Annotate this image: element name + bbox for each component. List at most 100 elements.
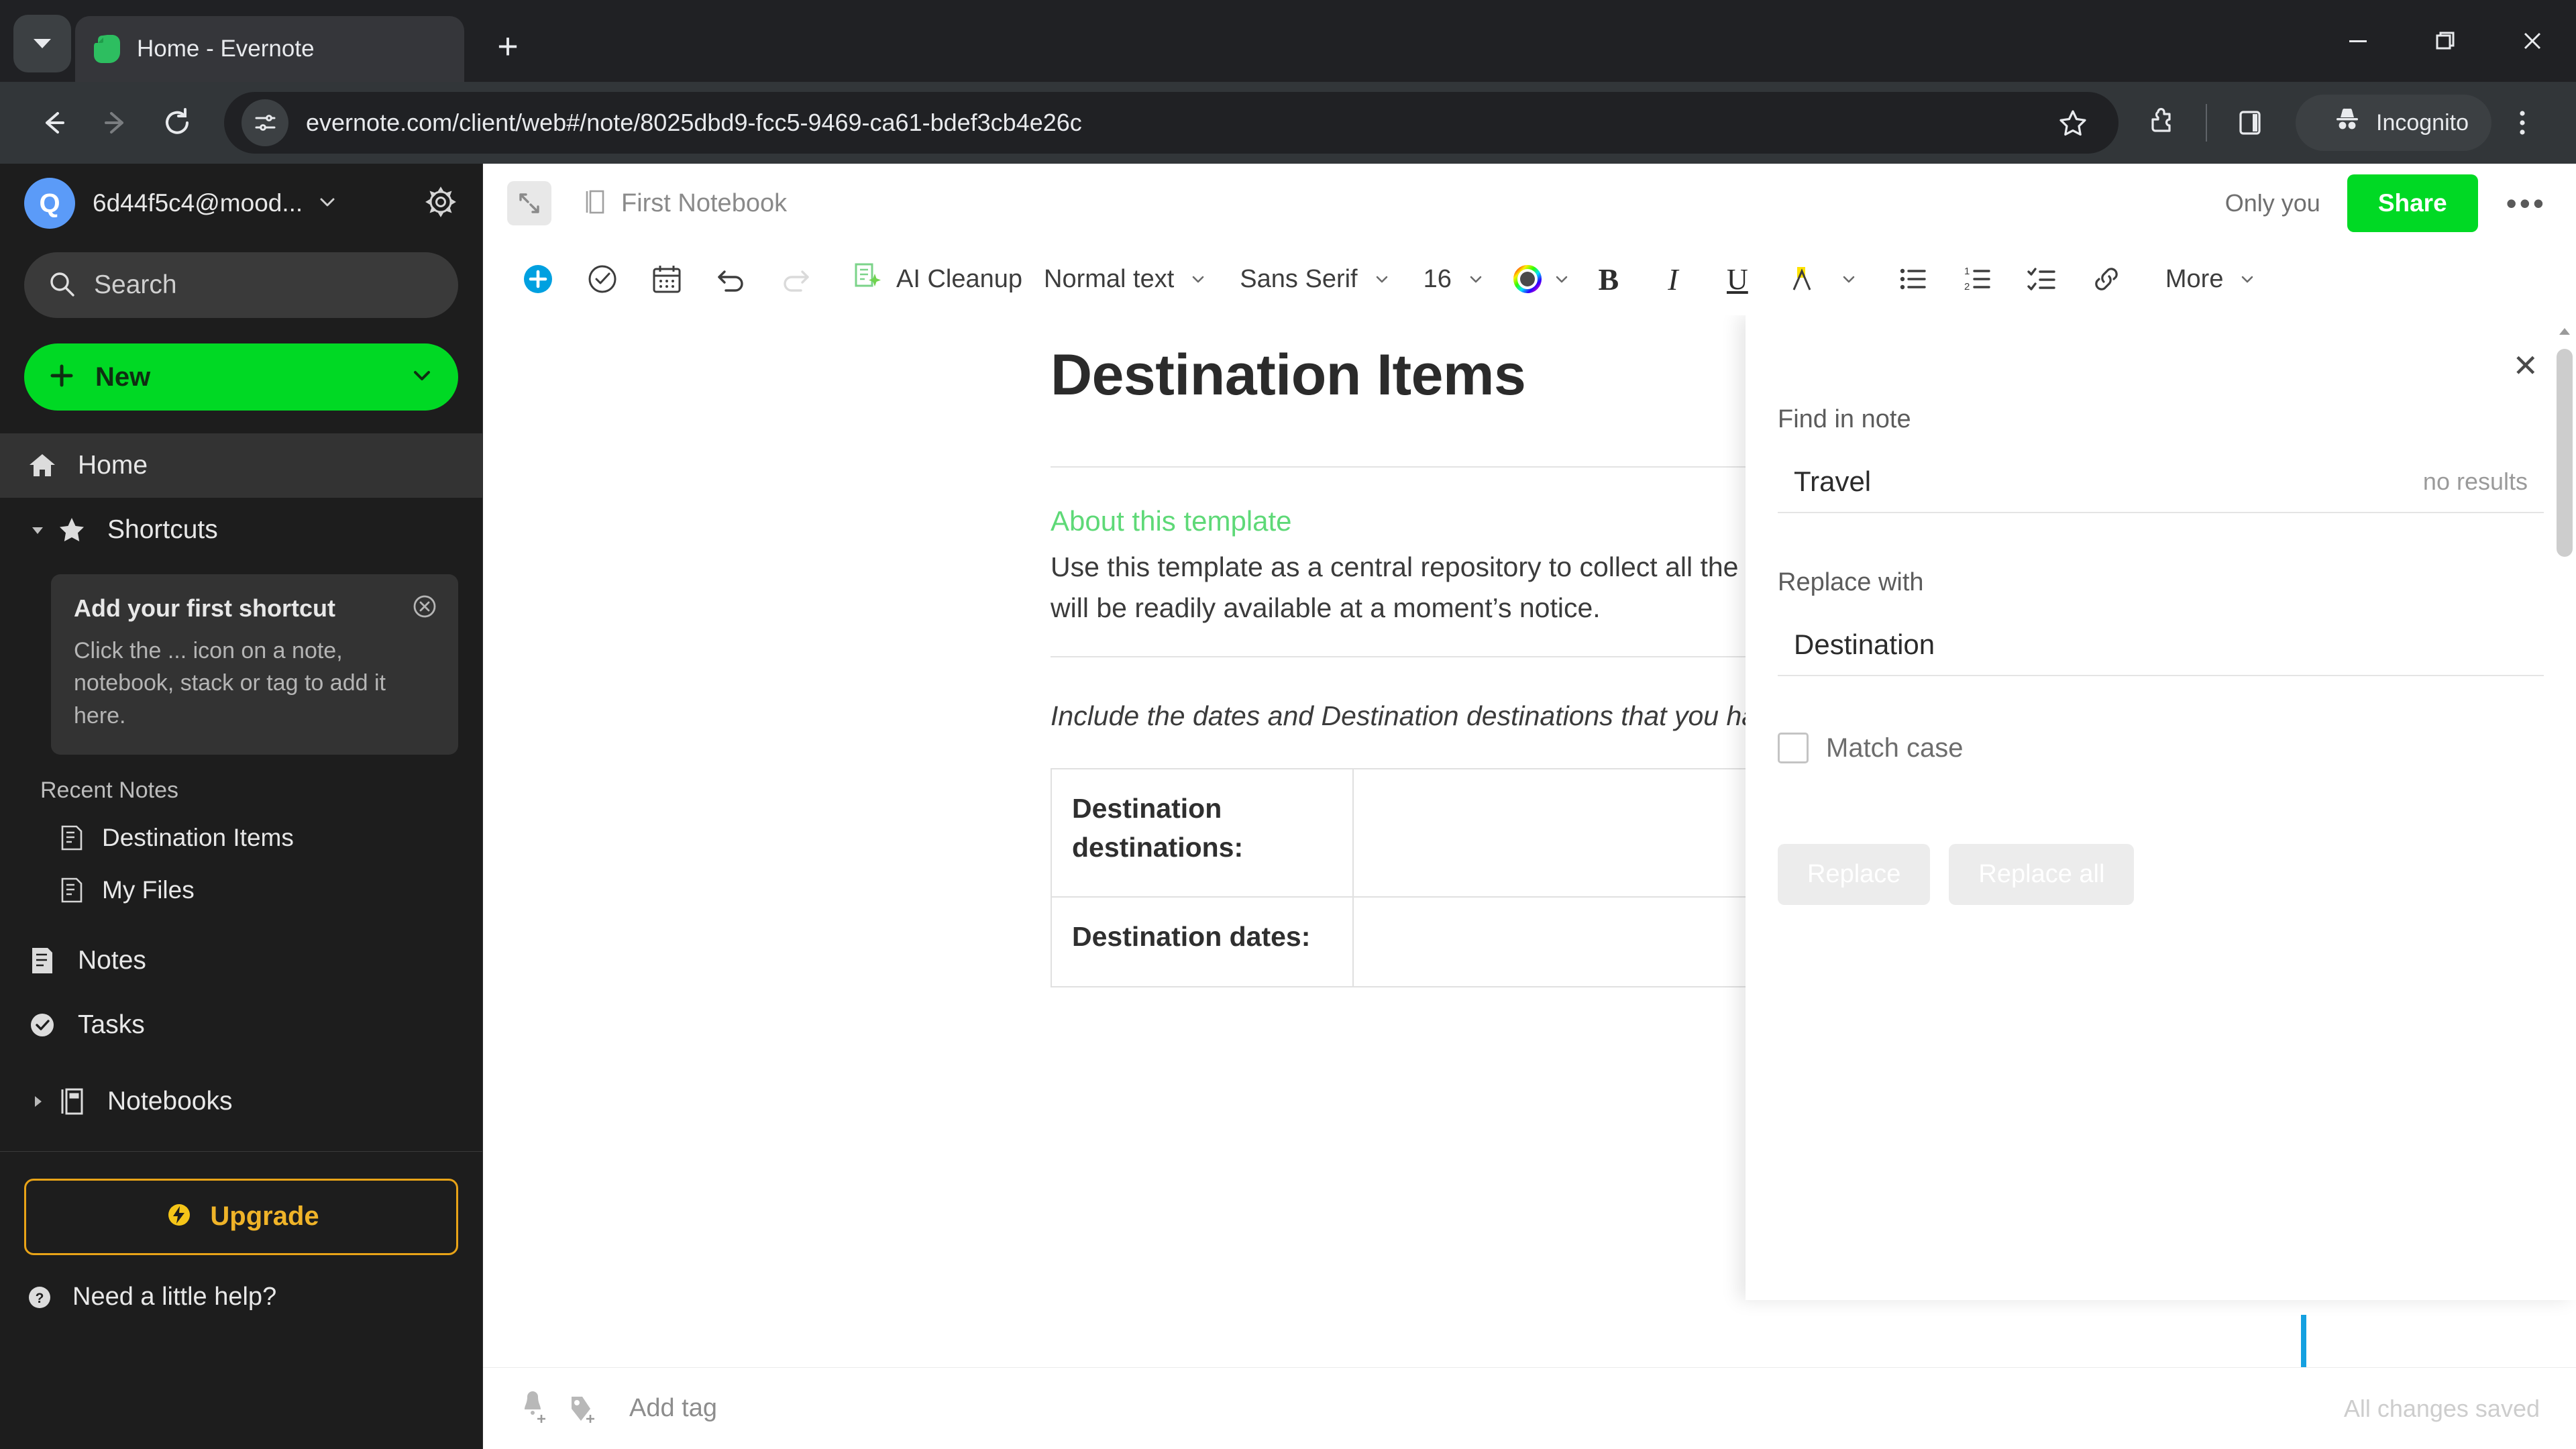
list-item[interactable]: Destination Items: [0, 812, 482, 864]
gear-icon[interactable]: [423, 184, 458, 223]
chevron-down-icon[interactable]: [1834, 243, 1864, 315]
replace-input-value: Destination: [1794, 629, 1935, 660]
breadcrumb[interactable]: First Notebook: [584, 189, 787, 219]
close-icon[interactable]: [410, 592, 439, 625]
bold-label: B: [1598, 262, 1619, 297]
link-icon[interactable]: [2074, 243, 2139, 315]
incognito-label: Incognito: [2376, 109, 2469, 136]
expand-note-icon[interactable]: [507, 181, 551, 225]
account-row[interactable]: Q 6d44f5c4@mood...: [0, 164, 482, 243]
bold-button[interactable]: B: [1576, 243, 1641, 315]
sharing-status: Only you: [2224, 189, 2320, 217]
recent-note-label: My Files: [102, 875, 195, 904]
chevron-down-icon[interactable]: [1461, 243, 1491, 315]
reload-icon[interactable]: [146, 92, 208, 154]
chrome-menu-icon[interactable]: [2491, 92, 2553, 154]
close-icon[interactable]: ✕: [2512, 350, 2538, 381]
text-color-picker[interactable]: [1508, 243, 1547, 315]
sidebar-item-tasks[interactable]: Tasks: [0, 993, 482, 1057]
sidebar-item-notes[interactable]: Notes: [0, 928, 482, 993]
evernote-elephant-icon: [93, 34, 122, 64]
add-reminder-icon[interactable]: [507, 1391, 557, 1426]
new-button[interactable]: New: [24, 343, 458, 411]
match-case-checkbox[interactable]: [1778, 733, 1809, 763]
highlight-icon[interactable]: [1770, 243, 1834, 315]
bullet-list-icon[interactable]: [1881, 243, 1945, 315]
note-scrollbar[interactable]: [2553, 315, 2576, 1300]
paragraph-style-select[interactable]: Normal text: [1034, 243, 1183, 315]
replace-all-button[interactable]: Replace all: [1949, 844, 2135, 905]
chevron-down-icon[interactable]: [2233, 243, 2262, 315]
scroll-up-icon[interactable]: [2553, 318, 2576, 345]
chevron-down-icon[interactable]: [1547, 243, 1576, 315]
scrollbar-thumb[interactable]: [2557, 349, 2573, 557]
font-family-select[interactable]: Sans Serif: [1230, 243, 1366, 315]
note-pane: First Notebook Only you Share ••• AI Cle…: [483, 164, 2576, 1449]
add-task-icon[interactable]: [570, 243, 635, 315]
find-input[interactable]: Travel no results: [1778, 451, 2544, 513]
site-settings-icon[interactable]: [241, 99, 288, 146]
chevron-down-icon[interactable]: [1367, 243, 1397, 315]
checklist-icon[interactable]: [2010, 243, 2074, 315]
side-panel-icon[interactable]: [2219, 92, 2281, 154]
chevron-down-icon: [34, 39, 51, 48]
browser-tab[interactable]: Home - Evernote: [75, 16, 464, 82]
italic-button[interactable]: I: [1641, 243, 1705, 315]
forward-icon[interactable]: [85, 92, 146, 154]
new-tab-button[interactable]: +: [479, 17, 537, 75]
replace-label: Replace with: [1778, 568, 1924, 596]
redo-icon: [763, 243, 828, 315]
more-formatting-button[interactable]: More: [2156, 243, 2233, 315]
chevron-down-icon[interactable]: [316, 191, 339, 217]
new-button-label: New: [95, 362, 151, 392]
match-case-row[interactable]: Match case: [1778, 733, 2544, 763]
close-window-icon[interactable]: [2489, 0, 2576, 82]
search-input[interactable]: Search: [24, 252, 458, 318]
font-size-select[interactable]: 16: [1414, 243, 1461, 315]
numbered-list-icon[interactable]: 1 2: [1945, 243, 2010, 315]
find-replace-panel: ✕ Find in note Travel no results Replace…: [1746, 315, 2576, 1300]
help-button[interactable]: ? Need a little help?: [0, 1260, 482, 1334]
back-icon[interactable]: [23, 92, 85, 154]
task-check-icon: [24, 1010, 60, 1040]
replace-input[interactable]: Destination: [1778, 614, 2544, 676]
add-tag-icon[interactable]: [557, 1391, 606, 1426]
tab-title: Home - Evernote: [137, 36, 315, 62]
bookmark-star-icon[interactable]: [2042, 92, 2104, 154]
browser-window: Home - Evernote + evernote.com/client/we…: [0, 0, 2576, 1449]
incognito-indicator[interactable]: Incognito: [2296, 95, 2491, 151]
triangle-right-icon[interactable]: [24, 1094, 51, 1109]
undo-icon[interactable]: [699, 243, 763, 315]
add-tag-label[interactable]: Add tag: [629, 1394, 717, 1423]
upgrade-button[interactable]: Upgrade: [24, 1178, 458, 1255]
chevron-down-icon[interactable]: [1183, 243, 1213, 315]
note-body[interactable]: Destination Items About this template Us…: [483, 315, 2576, 1367]
sidebar-item-notebooks[interactable]: Notebooks: [0, 1069, 482, 1134]
tab-search-button[interactable]: [13, 15, 71, 72]
note-more-icon[interactable]: •••: [2506, 188, 2546, 219]
table-cell-key[interactable]: Destination dates:: [1051, 896, 1354, 987]
url-text: evernote.com/client/web#/note/8025dbd9-f…: [306, 109, 1082, 136]
replace-button[interactable]: Replace: [1778, 844, 1931, 905]
address-bar[interactable]: evernote.com/client/web#/note/8025dbd9-f…: [224, 92, 2118, 154]
note-icon: [56, 824, 87, 851]
table-cell-key[interactable]: Destination destinations:: [1051, 768, 1354, 898]
upgrade-label: Upgrade: [210, 1201, 319, 1232]
minimize-icon[interactable]: [2314, 0, 2402, 82]
share-button[interactable]: Share: [2347, 174, 2478, 232]
chevron-down-icon[interactable]: [409, 362, 435, 392]
underline-button[interactable]: U: [1705, 243, 1770, 315]
extensions-icon[interactable]: [2132, 92, 2194, 154]
calendar-icon[interactable]: [635, 243, 699, 315]
insert-button[interactable]: [506, 243, 570, 315]
sidebar-item-home[interactable]: Home: [0, 433, 482, 498]
close-icon[interactable]: [412, 32, 447, 66]
maximize-restore-icon[interactable]: [2402, 0, 2489, 82]
sidebar-item-label: Notebooks: [107, 1086, 233, 1116]
list-item[interactable]: My Files: [0, 864, 482, 916]
ai-cleanup-button[interactable]: AI Cleanup: [851, 260, 1022, 299]
upgrade-badge-icon: [163, 1199, 195, 1234]
triangle-down-icon[interactable]: [24, 522, 51, 538]
save-status: All changes saved: [2343, 1394, 2540, 1422]
sidebar-item-shortcuts[interactable]: Shortcuts: [0, 498, 482, 562]
